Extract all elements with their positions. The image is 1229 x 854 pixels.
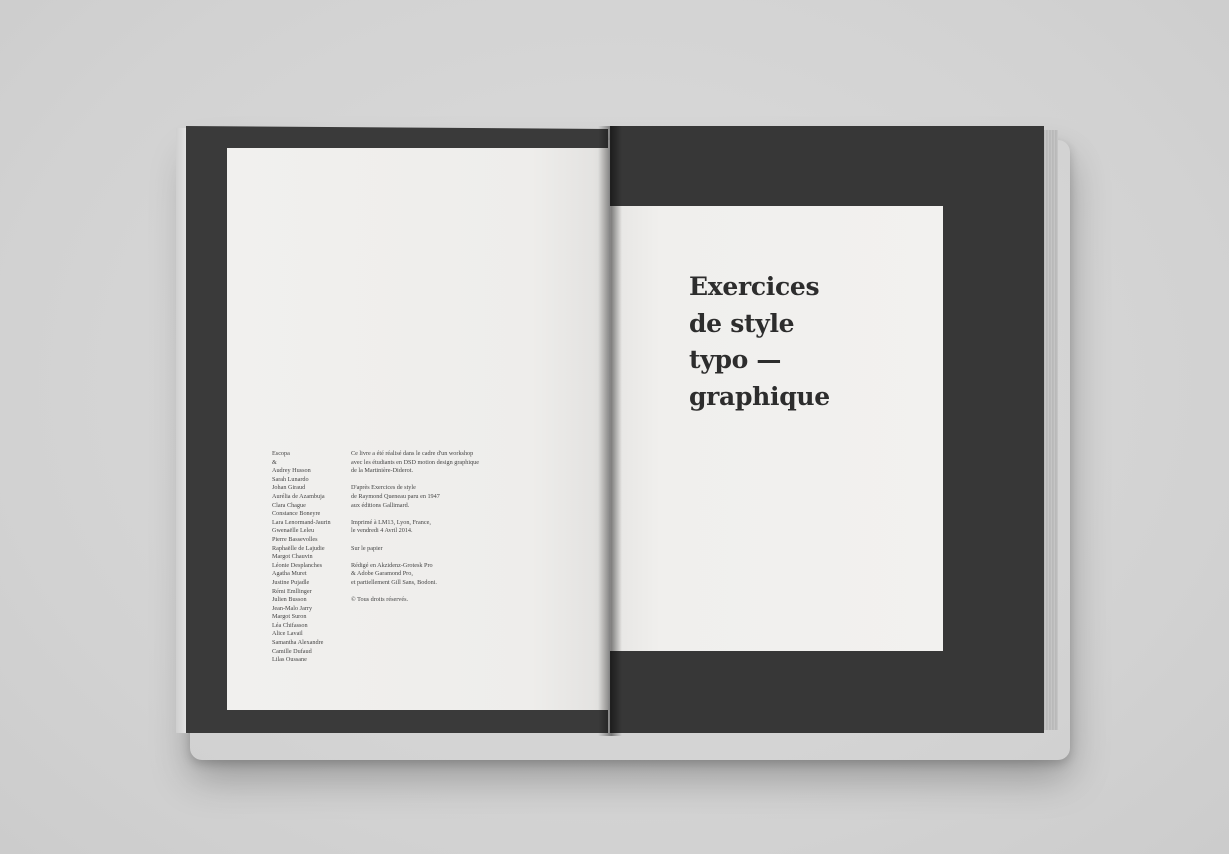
title-line: Exercices (689, 272, 820, 301)
contributor-name: Rémi Emllinger (272, 587, 312, 595)
contributor-name: Lara Lenormand-Jaurin (272, 518, 331, 526)
colophon-line: © Tous droits réservés. (351, 596, 409, 604)
contributor-name: Raphaëlle de Lajudie (272, 544, 325, 552)
contributor-name: Justine Pujadle (272, 578, 310, 586)
colophon-paragraph-workshop: Ce livre a été réalisé dans le cadre d'u… (351, 450, 521, 476)
colophon-line: & Adobe Garamond Pro, (351, 570, 413, 578)
contributor-name: Pierre Bassevolles (272, 535, 318, 543)
contributor-name: Lilas Oussane (272, 656, 307, 664)
contributor-name: Constance Boneyre (272, 510, 321, 518)
title-line: de style (689, 308, 795, 338)
colophon-line: D'après Exercices de style (351, 484, 416, 492)
contributor-name: Margot Chauvin (272, 553, 313, 561)
colophon-line: Imprimé à LM13, Lyon, France, (351, 518, 431, 526)
contributor-name: Audrey Husson (272, 467, 311, 475)
colophon: Ce livre a été réalisé dans le cadre d'u… (351, 450, 521, 613)
title-line: typo — (689, 345, 782, 374)
colophon-line: de Raymond Queneau paru en 1947 (351, 492, 440, 500)
contributor-name: Escopa (272, 450, 290, 457)
contributor-name: Samantha Alexandre (272, 639, 324, 647)
contributor-name: Aurélia de Azambuja (272, 492, 325, 500)
title-line: graphique (689, 381, 830, 411)
contributor-name: Sarah Lunardo (272, 475, 309, 483)
colophon-line: de la Martinière-Diderot. (351, 467, 414, 475)
contributors-list: Escopa & Audrey Husson Sarah Lunardo Joh… (272, 450, 352, 665)
colophon-line: et partiellement Gill Sans, Bodoni. (351, 578, 437, 586)
colophon-line: avec les étudiants en DSD motion design … (351, 458, 480, 466)
colophon-paragraph-paper: Sur le papier (351, 545, 521, 554)
contributor-name: Gwenaëlle Leleu (272, 527, 315, 535)
contributor-name: Léonie Desplanches (272, 561, 322, 569)
contributor-name: Jean-Malo Jarry (272, 604, 313, 612)
right-page-edges (1044, 130, 1058, 730)
colophon-line: aux éditions Gallimard. (351, 501, 410, 509)
contributor-name: Alice Lavail (272, 630, 303, 638)
contributor-name: Margot Suron (272, 613, 307, 621)
contributor-name: Julien Busson (272, 596, 307, 604)
colophon-paragraph-source: D'après Exercices de style de Raymond Qu… (351, 484, 521, 510)
book-title: Exercices de style typo — graphique (689, 269, 929, 415)
contributor-name: & (272, 458, 277, 466)
colophon-line: le vendredi 4 Avril 2014. (351, 527, 413, 535)
contributor-name: Clara Chague (272, 501, 306, 509)
colophon-paragraph-typefaces: Rédigé en Akzidenz-Grotesk Pro & Adobe G… (351, 562, 521, 588)
colophon-line: Ce livre a été réalisé dans le cadre d'u… (351, 450, 474, 457)
colophon-line: Sur le papier (351, 544, 383, 552)
colophon-paragraph-rights: © Tous droits réservés. (351, 596, 521, 605)
colophon-paragraph-printing: Imprimé à LM13, Lyon, France, le vendred… (351, 519, 521, 536)
contributor-name: Camille Dufaud (272, 647, 312, 655)
contributor-name: Agatha Muret (272, 570, 307, 578)
colophon-line: Rédigé en Akzidenz-Grotesk Pro (351, 561, 433, 569)
contributor-name: Léa Chifasson (272, 621, 308, 629)
contributor-name: Johan Giraud (272, 484, 306, 492)
